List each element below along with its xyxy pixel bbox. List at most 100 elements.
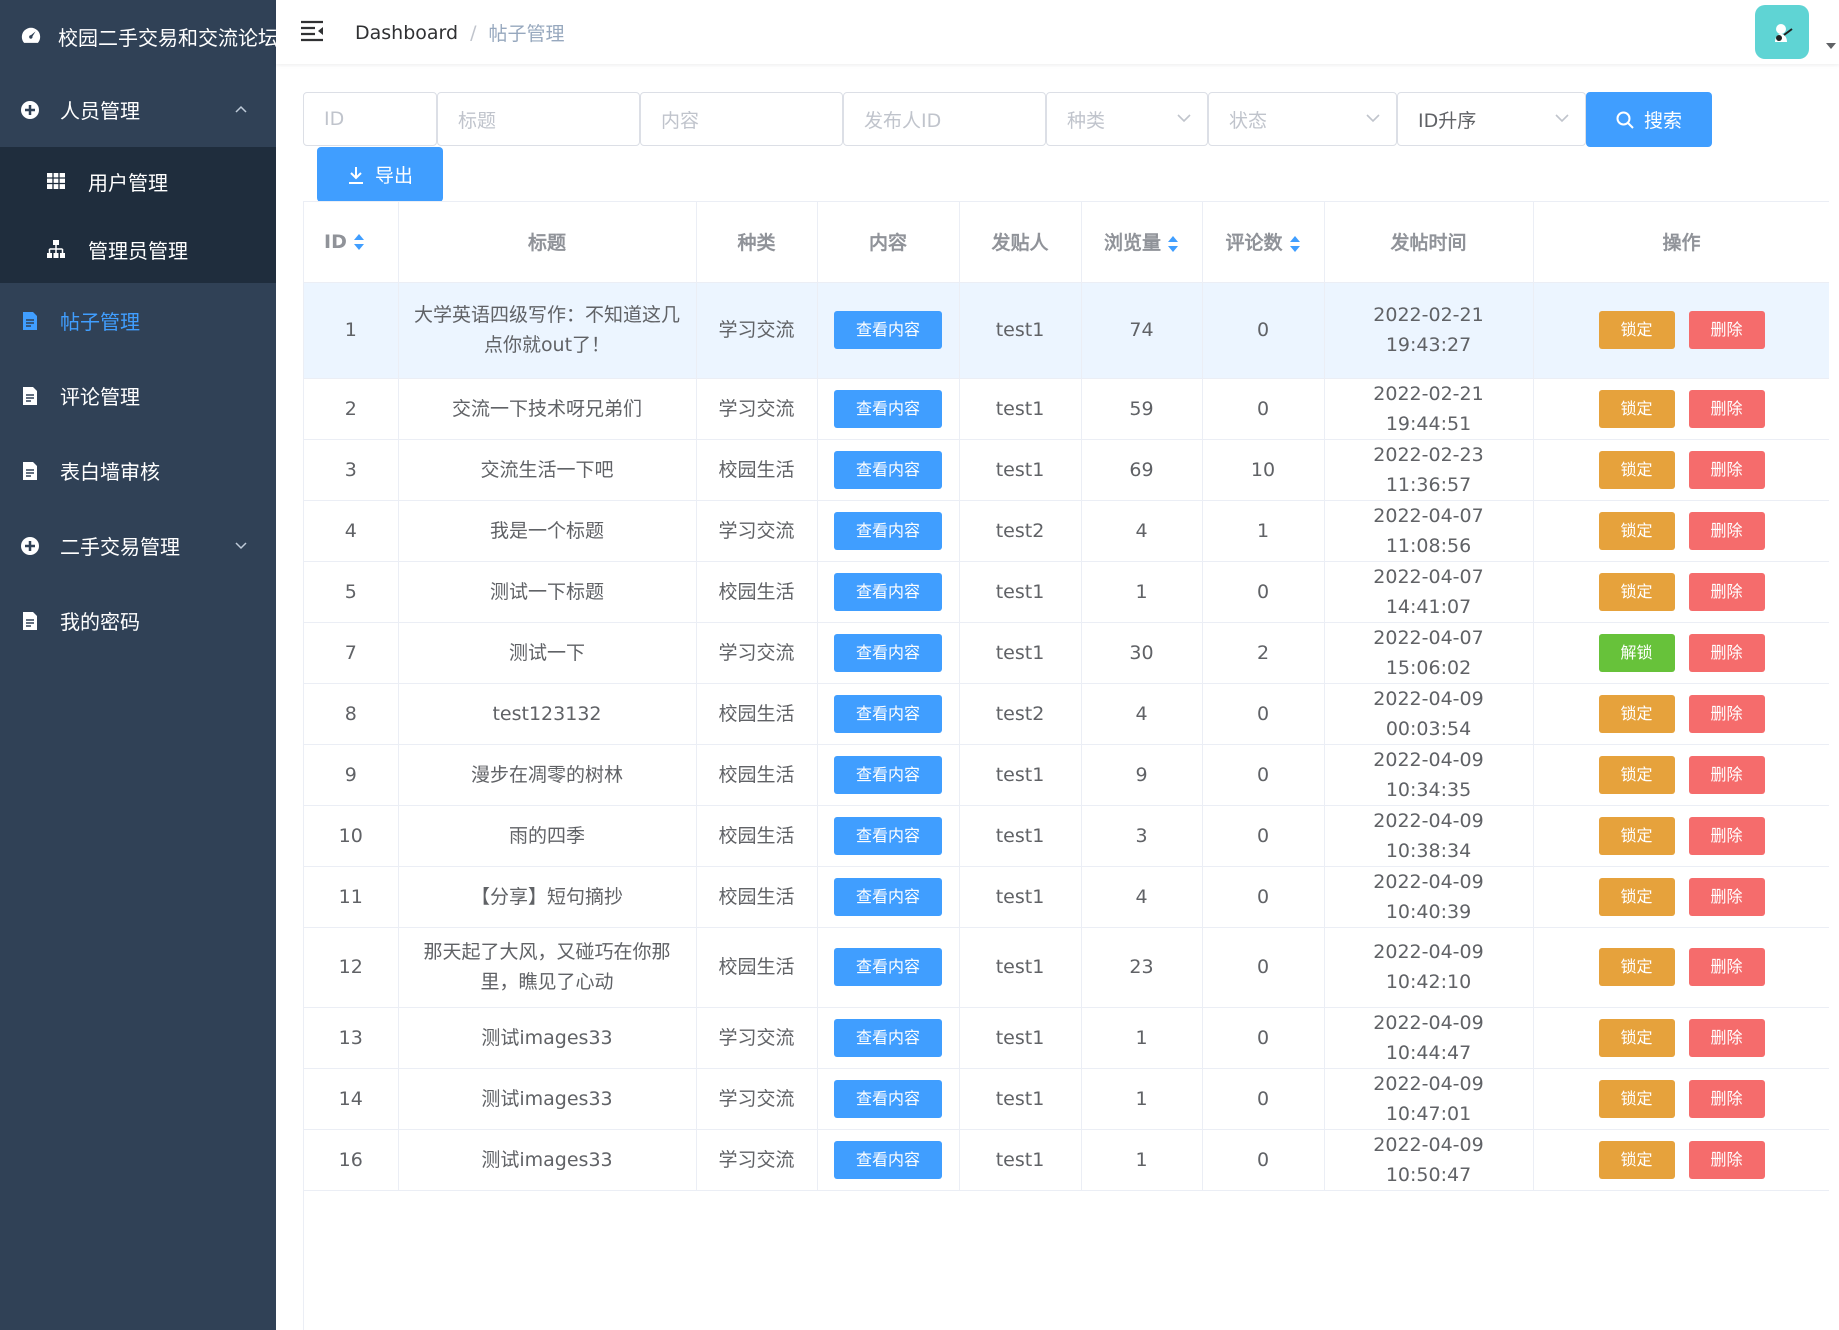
- table-row[interactable]: 11 【分享】短句摘抄 校园生活 查看内容 test1 4 0 2022-04-09 10:4…: [304, 866, 1829, 928]
- cell-comments: 10: [1202, 439, 1325, 501]
- sort-select[interactable]: ID升序: [1397, 92, 1586, 146]
- sidebar-item-people[interactable]: 人员管理: [0, 72, 276, 147]
- title-input[interactable]: 标题: [437, 92, 640, 146]
- breadcrumb: Dashboard / 帖子管理: [355, 19, 565, 46]
- sort-caret-icon[interactable]: [1167, 234, 1179, 254]
- delete-button[interactable]: 删除: [1688, 755, 1765, 794]
- table-row[interactable]: 8 test123132 校园生活 查看内容 test2 4 0 2022-04-09 00:…: [304, 683, 1829, 745]
- id-input[interactable]: ID: [303, 92, 437, 146]
- delete-button[interactable]: 删除: [1688, 511, 1765, 550]
- sidebar-item-comments[interactable]: 评论管理: [0, 358, 276, 433]
- view-content-button[interactable]: 查看内容: [834, 1140, 942, 1179]
- category-select[interactable]: 种类: [1046, 92, 1208, 146]
- view-content-button[interactable]: 查看内容: [834, 694, 942, 733]
- cell-time: 2022-02-21 19:43:27: [1324, 282, 1534, 379]
- app-brand[interactable]: 校园二手交易和交流论坛管理系统: [0, 0, 276, 72]
- delete-button[interactable]: 删除: [1688, 694, 1765, 733]
- table-row[interactable]: 16 测试images33 学习交流 查看内容 test1 1 0 2022-04-09 10…: [304, 1129, 1829, 1191]
- view-content-button[interactable]: 查看内容: [834, 1079, 942, 1118]
- lock-button[interactable]: 锁定: [1598, 694, 1675, 733]
- lock-button[interactable]: 锁定: [1598, 511, 1675, 550]
- poster-id-input[interactable]: 发布人ID: [843, 92, 1046, 146]
- sidebar-item-confession-wall[interactable]: 表白墙审核: [0, 433, 276, 508]
- circle-plus-icon: [21, 536, 39, 555]
- view-content-button[interactable]: 查看内容: [834, 389, 942, 428]
- lock-button[interactable]: 锁定: [1598, 877, 1675, 916]
- delete-button[interactable]: 删除: [1688, 1018, 1765, 1057]
- lock-button[interactable]: 锁定: [1598, 1079, 1675, 1118]
- cell-views: 9: [1081, 744, 1203, 806]
- view-content-button[interactable]: 查看内容: [834, 633, 942, 672]
- lock-button[interactable]: 锁定: [1598, 1018, 1675, 1057]
- view-content-button[interactable]: 查看内容: [834, 816, 942, 855]
- delete-button[interactable]: 删除: [1688, 1140, 1765, 1179]
- delete-button[interactable]: 删除: [1688, 311, 1765, 349]
- delete-button[interactable]: 删除: [1688, 948, 1765, 986]
- table-row[interactable]: 12 那天起了大风，又碰巧在你那里，瞧见了心动 校园生活 查看内容 test1 23 0 20…: [304, 927, 1829, 1008]
- content-input[interactable]: 内容: [640, 92, 843, 146]
- delete-button[interactable]: 删除: [1688, 877, 1765, 916]
- cell-time: 2022-02-23 11:36:57: [1324, 439, 1534, 501]
- sidebar-item-second-hand[interactable]: 二手交易管理: [0, 508, 276, 583]
- lock-button[interactable]: 锁定: [1598, 1140, 1675, 1179]
- view-content-button[interactable]: 查看内容: [834, 877, 942, 916]
- table-row[interactable]: 14 测试images33 学习交流 查看内容 test1 1 0 2022-04-09 10…: [304, 1068, 1829, 1130]
- view-content-button[interactable]: 查看内容: [834, 511, 942, 550]
- col-header-id[interactable]: ID: [304, 202, 399, 283]
- lock-button[interactable]: 锁定: [1598, 389, 1675, 428]
- table-row[interactable]: 4 我是一个标题 学习交流 查看内容 test2 4 1 2022-04-07 11:08:5…: [304, 500, 1829, 562]
- lock-button[interactable]: 锁定: [1598, 948, 1675, 986]
- chevron-up-icon: [235, 105, 247, 113]
- export-button[interactable]: 导出: [317, 147, 443, 202]
- table-row[interactable]: 13 测试images33 学习交流 查看内容 test1 1 0 2022-04-09 10…: [304, 1007, 1829, 1069]
- cell-comments: 0: [1202, 1129, 1325, 1191]
- avatar[interactable]: [1755, 5, 1809, 59]
- view-content-button[interactable]: 查看内容: [834, 450, 942, 489]
- breadcrumb-dashboard[interactable]: Dashboard: [355, 22, 458, 44]
- sidebar-item-admins[interactable]: 管理员管理: [0, 215, 276, 283]
- caret-down-icon[interactable]: [1825, 42, 1837, 50]
- lock-button[interactable]: 锁定: [1598, 755, 1675, 794]
- status-select[interactable]: 状态: [1208, 92, 1397, 146]
- sidebar-item-posts[interactable]: 帖子管理: [0, 283, 276, 358]
- delete-button[interactable]: 删除: [1688, 633, 1765, 672]
- table-row[interactable]: 2 交流一下技术呀兄弟们 学习交流 查看内容 test1 59 0 2022-02-21 19…: [304, 378, 1829, 440]
- table-row[interactable]: 7 测试一下 学习交流 查看内容 test1 30 2 2022-04-07 15:06:02…: [304, 622, 1829, 684]
- lock-button[interactable]: 锁定: [1598, 311, 1675, 349]
- table-row[interactable]: 9 漫步在凋零的树林 校园生活 查看内容 test1 9 0 2022-04-09 10:34…: [304, 744, 1829, 806]
- view-content-button[interactable]: 查看内容: [834, 755, 942, 794]
- cell-time: 2022-04-09 10:44:47: [1324, 1007, 1534, 1069]
- delete-button[interactable]: 删除: [1688, 450, 1765, 489]
- col-header-comments[interactable]: 评论数: [1202, 202, 1325, 283]
- delete-button[interactable]: 删除: [1688, 389, 1765, 428]
- view-content-button[interactable]: 查看内容: [834, 948, 942, 986]
- table-row[interactable]: 3 交流生活一下吧 校园生活 查看内容 test1 69 10 2022-02-23 11:3…: [304, 439, 1829, 501]
- table-row[interactable]: 5 测试一下标题 校园生活 查看内容 test1 1 0 2022-04-07 14:41:0…: [304, 561, 1829, 623]
- title-placeholder: 标题: [458, 109, 497, 132]
- search-button[interactable]: 搜索: [1586, 92, 1712, 147]
- col-header-category: 种类: [696, 202, 818, 283]
- sort-caret-icon[interactable]: [1289, 234, 1301, 254]
- col-header-content: 内容: [817, 202, 960, 283]
- lock-button[interactable]: 锁定: [1598, 572, 1675, 611]
- lock-button[interactable]: 锁定: [1598, 816, 1675, 855]
- sidebar-item-my-password[interactable]: 我的密码: [0, 583, 276, 658]
- view-content-button[interactable]: 查看内容: [834, 1018, 942, 1057]
- unlock-button[interactable]: 解锁: [1598, 633, 1675, 672]
- sort-caret-icon[interactable]: [353, 232, 365, 252]
- delete-button[interactable]: 删除: [1688, 816, 1765, 855]
- cell-time: 2022-04-09 10:38:34: [1324, 805, 1534, 867]
- hamburger-fold-icon[interactable]: [300, 20, 324, 42]
- table-row[interactable]: 10 雨的四季 校园生活 查看内容 test1 3 0 2022-04-09 10:38:34…: [304, 805, 1829, 867]
- view-content-button[interactable]: 查看内容: [834, 572, 942, 611]
- cell-title: 测试images33: [398, 1007, 697, 1069]
- col-header-views[interactable]: 浏览量: [1081, 202, 1203, 283]
- cell-comments: 0: [1202, 866, 1325, 928]
- table-row[interactable]: 1 大学英语四级写作：不知道这几点你就out了！ 学习交流 查看内容 test1 74 0 2…: [304, 282, 1829, 379]
- delete-button[interactable]: 删除: [1688, 572, 1765, 611]
- sidebar-item-users[interactable]: 用户管理: [0, 147, 276, 215]
- delete-button[interactable]: 删除: [1688, 1079, 1765, 1118]
- cell-actions: 锁定 删除: [1533, 561, 1829, 623]
- lock-button[interactable]: 锁定: [1598, 450, 1675, 489]
- view-content-button[interactable]: 查看内容: [834, 311, 942, 349]
